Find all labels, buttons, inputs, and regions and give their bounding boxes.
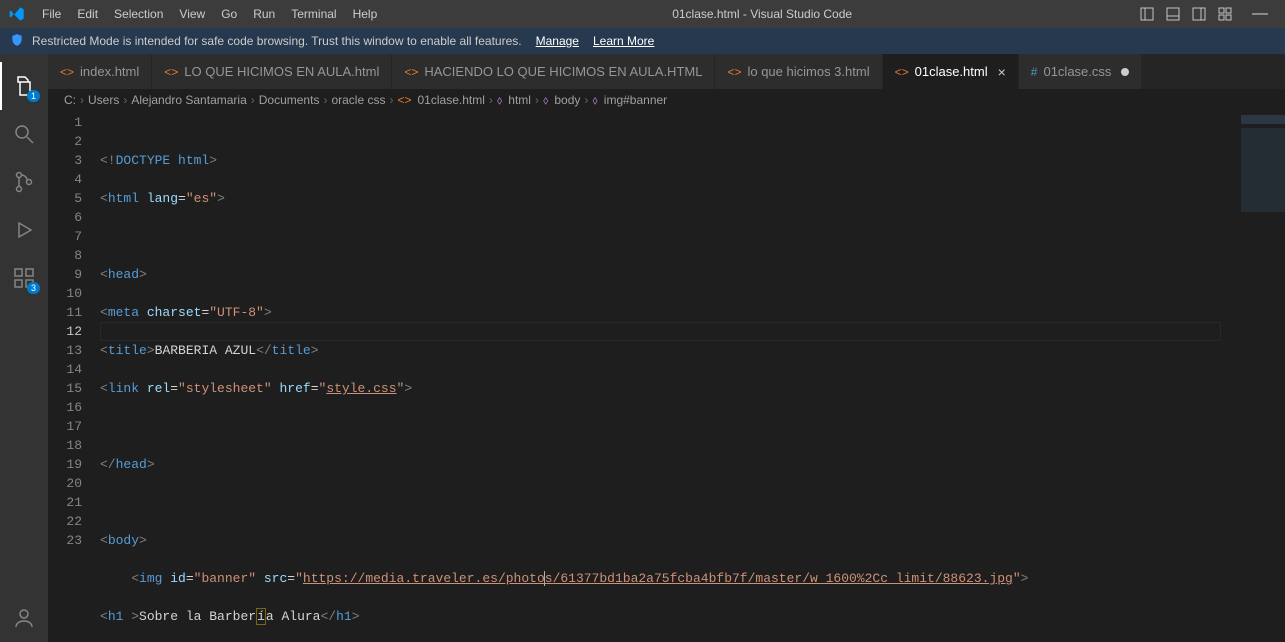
editor-body[interactable]: 1234 5678 9101112 13141516 17181920 2122… <box>48 111 1285 642</box>
banner-text: Restricted Mode is intended for safe cod… <box>32 34 522 48</box>
tab-label: 01clase.html <box>915 64 988 79</box>
tab-01clase-html[interactable]: <> 01clase.html × <box>883 54 1019 89</box>
window-title: 01clase.html - Visual Studio Code <box>385 7 1139 21</box>
breadcrumb-item[interactable]: oracle css <box>331 93 385 107</box>
extensions-badge: 3 <box>27 282 40 294</box>
html-file-icon: <> <box>164 65 178 79</box>
tab-label: LO QUE HICIMOS EN AULA.html <box>184 64 379 79</box>
activity-explorer[interactable]: 1 <box>0 62 48 110</box>
editor-area: <> index.html <> LO QUE HICIMOS EN AULA.ht… <box>48 54 1285 642</box>
breadcrumb-item[interactable]: img#banner <box>604 93 667 107</box>
tab-lo-que-hicimos[interactable]: <> LO QUE HICIMOS EN AULA.html <box>152 54 392 89</box>
menu-selection[interactable]: Selection <box>106 0 171 28</box>
breadcrumb-item[interactable]: C: <box>64 93 76 107</box>
css-file-icon: # <box>1031 65 1038 79</box>
menu-view[interactable]: View <box>171 0 213 28</box>
title-bar: File Edit Selection View Go Run Terminal… <box>0 0 1285 28</box>
layout-customize-icon[interactable] <box>1217 6 1233 22</box>
activity-extensions[interactable]: 3 <box>0 254 48 302</box>
activity-run-debug[interactable] <box>0 206 48 254</box>
breadcrumb-item[interactable]: html <box>508 93 531 107</box>
breadcrumb-item[interactable]: body <box>554 93 580 107</box>
breadcrumb-item[interactable]: Users <box>88 93 119 107</box>
tab-lo-que-hicimos-3[interactable]: <> lo que hicimos 3.html <box>715 54 882 89</box>
close-icon[interactable]: × <box>998 64 1006 80</box>
symbol-icon: ⬨ <box>592 93 597 108</box>
shield-icon <box>10 33 24 50</box>
code-content[interactable]: <!DOCTYPE html> <html lang="es"> <head> … <box>100 111 1235 642</box>
layout-panel-icon[interactable] <box>1165 6 1181 22</box>
restricted-mode-banner: Restricted Mode is intended for safe cod… <box>0 28 1285 54</box>
symbol-icon: ⬨ <box>543 93 548 108</box>
explorer-badge: 1 <box>27 90 40 102</box>
banner-manage-link[interactable]: Manage <box>536 34 579 48</box>
dirty-dot-icon <box>1121 68 1129 76</box>
tab-01clase-css[interactable]: #01clase.css <box>1019 54 1143 89</box>
menu-help[interactable]: Help <box>345 0 386 28</box>
layout-sidebar-right-icon[interactable] <box>1191 6 1207 22</box>
html-file-icon: <> <box>727 65 741 79</box>
tab-label: 01clase.css <box>1043 64 1111 79</box>
tab-label: HACIENDO LO QUE HICIMOS EN AULA.HTML <box>424 64 702 79</box>
breadcrumb-item[interactable]: Documents <box>259 93 320 107</box>
tab-label: lo que hicimos 3.html <box>747 64 869 79</box>
minimap[interactable] <box>1235 111 1285 642</box>
activity-bar: 1 3 <box>0 54 48 642</box>
html-file-icon: <> <box>895 65 909 79</box>
menu-edit[interactable]: Edit <box>69 0 106 28</box>
activity-source-control[interactable] <box>0 158 48 206</box>
html-file-icon: <> <box>60 65 74 79</box>
menu-bar: File Edit Selection View Go Run Terminal… <box>34 0 385 28</box>
menu-terminal[interactable]: Terminal <box>283 0 344 28</box>
breadcrumb-item[interactable]: Alejandro Santamaria <box>131 93 246 107</box>
tab-bar: <> index.html <> LO QUE HICIMOS EN AULA.ht… <box>48 54 1285 89</box>
html-file-icon: <> <box>404 65 418 79</box>
symbol-icon: ⬨ <box>497 93 502 108</box>
menu-run[interactable]: Run <box>245 0 283 28</box>
tab-haciendo[interactable]: <> HACIENDO LO QUE HICIMOS EN AULA.HTML <box>392 54 715 89</box>
menu-file[interactable]: File <box>34 0 69 28</box>
line-gutter: 1234 5678 9101112 13141516 17181920 2122… <box>48 111 100 642</box>
tab-index-html[interactable]: <> index.html <box>48 54 152 89</box>
activity-accounts[interactable] <box>0 594 48 642</box>
activity-search[interactable] <box>0 110 48 158</box>
layout-sidebar-left-icon[interactable] <box>1139 6 1155 22</box>
menu-go[interactable]: Go <box>213 0 245 28</box>
breadcrumbs[interactable]: C:› Users› Alejandro Santamaria› Documen… <box>48 89 1285 111</box>
vscode-logo-icon <box>0 6 34 22</box>
html-file-icon: <> <box>397 93 411 107</box>
breadcrumb-item[interactable]: 01clase.html <box>418 93 485 107</box>
window-minimize-button[interactable]: — <box>1243 5 1277 23</box>
tab-label: index.html <box>80 64 139 79</box>
banner-learn-more-link[interactable]: Learn More <box>593 34 654 48</box>
